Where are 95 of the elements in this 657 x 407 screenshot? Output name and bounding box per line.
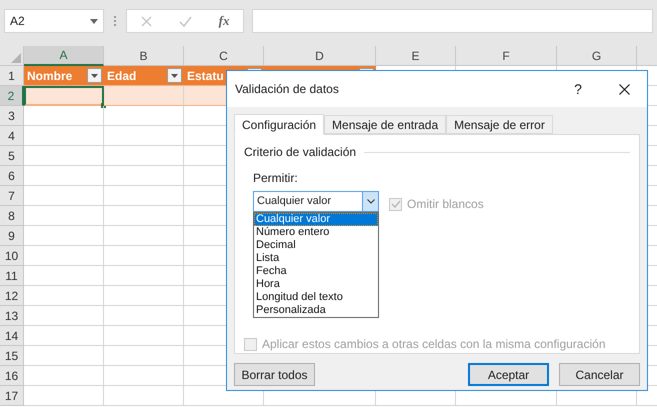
cell[interactable]	[104, 226, 184, 246]
cell[interactable]	[24, 106, 104, 126]
dropdown-option[interactable]: Longitud del texto	[254, 291, 378, 304]
section-title: Criterio de validación	[244, 144, 356, 161]
checkmark-icon	[390, 199, 400, 209]
cell[interactable]	[104, 166, 184, 186]
help-button[interactable]: ?	[555, 74, 601, 104]
formula-input-field[interactable]	[252, 9, 653, 33]
cell[interactable]	[24, 246, 104, 266]
dialog-button[interactable]: Cancelar	[559, 363, 640, 386]
row-header[interactable]: 6	[0, 166, 24, 186]
dropdown-value: Cualquier valor	[256, 194, 332, 210]
dialog-title: Validación de datos	[235, 81, 340, 98]
row-header[interactable]: 16	[0, 366, 24, 386]
row-header[interactable]: 15	[0, 346, 24, 366]
cell[interactable]	[104, 126, 184, 146]
cell[interactable]	[104, 86, 184, 106]
header-text: Estatu	[187, 68, 224, 84]
column-header[interactable]: G	[557, 46, 637, 66]
caret-icon	[171, 74, 178, 78]
cell[interactable]	[104, 306, 184, 326]
cell[interactable]	[24, 266, 104, 286]
row-header[interactable]: 17	[0, 386, 24, 406]
tab[interactable]: Configuración	[234, 114, 324, 135]
row-header[interactable]: 14	[0, 326, 24, 346]
cell[interactable]	[24, 126, 104, 146]
filter-button[interactable]	[87, 68, 102, 83]
cell[interactable]	[104, 266, 184, 286]
cell[interactable]	[24, 386, 104, 406]
tab[interactable]: Mensaje de error	[446, 115, 553, 134]
caret-icon	[90, 18, 98, 24]
cell[interactable]	[24, 186, 104, 206]
cell[interactable]	[24, 146, 104, 166]
cell[interactable]	[24, 206, 104, 226]
row-header[interactable]: 7	[0, 186, 24, 206]
cell[interactable]	[104, 146, 184, 166]
caret-icon	[91, 74, 98, 78]
name-box-value: A2	[10, 13, 25, 30]
row-header[interactable]: 11	[0, 266, 24, 286]
dropdown-option[interactable]: Número entero	[254, 226, 378, 239]
dropdown-option[interactable]: Fecha	[254, 265, 378, 278]
row-header[interactable]: 13	[0, 306, 24, 326]
row-header[interactable]: 4	[0, 126, 24, 146]
dropdown-toggle[interactable]	[362, 192, 378, 211]
row-header[interactable]: 3	[0, 106, 24, 126]
drag-handle-icon	[112, 16, 118, 26]
active-cell[interactable]	[24, 86, 104, 106]
checkmark-icon[interactable]	[178, 16, 192, 26]
allow-label: Permitir:	[253, 170, 299, 187]
cell[interactable]	[104, 186, 184, 206]
cell[interactable]	[24, 226, 104, 246]
cell[interactable]	[104, 246, 184, 266]
cell[interactable]	[104, 326, 184, 346]
row-header[interactable]: 2	[0, 86, 24, 106]
close-icon	[618, 84, 630, 94]
tab[interactable]: Mensaje de entrada	[324, 115, 446, 134]
column-header[interactable]: A	[24, 46, 104, 66]
row-header[interactable]: 5	[0, 146, 24, 166]
dropdown-option[interactable]: Hora	[254, 278, 378, 291]
cell[interactable]	[104, 206, 184, 226]
dialog-button[interactable]: Borrar todos	[234, 363, 315, 386]
column-header[interactable]: E	[376, 46, 456, 66]
row-header[interactable]: 1	[0, 66, 24, 86]
cell[interactable]	[24, 366, 104, 386]
allow-dropdown[interactable]: Cualquier valor	[253, 191, 379, 212]
cell[interactable]	[24, 166, 104, 186]
cell[interactable]	[104, 366, 184, 386]
chevron-down-icon	[366, 199, 374, 204]
dropdown-option[interactable]: Cualquier valor	[254, 213, 378, 226]
cell[interactable]	[104, 286, 184, 306]
column-header[interactable]: F	[456, 46, 557, 66]
filter-button[interactable]	[167, 68, 182, 83]
cell[interactable]	[104, 106, 184, 126]
dropdown-option[interactable]: Lista	[254, 252, 378, 265]
cell[interactable]	[104, 386, 184, 406]
dropdown-option[interactable]: Decimal	[254, 239, 378, 252]
dropdown-option[interactable]: Personalizada	[254, 304, 378, 317]
close-icon[interactable]	[140, 16, 152, 26]
cell[interactable]	[24, 326, 104, 346]
triangle-icon	[11, 53, 21, 63]
cell[interactable]	[24, 286, 104, 306]
checkbox-label: Aplicar estos cambios a otras celdas con la misma configuración	[262, 336, 606, 353]
header-text: Nombre	[27, 68, 72, 84]
row-header[interactable]: 8	[0, 206, 24, 226]
cell[interactable]	[104, 346, 184, 366]
row-header[interactable]: 12	[0, 286, 24, 306]
row-header[interactable]: 10	[0, 246, 24, 266]
dialog-button[interactable]: Aceptar	[468, 363, 549, 386]
cell[interactable]	[24, 306, 104, 326]
cell[interactable]	[24, 346, 104, 366]
checkbox-label: Omitir blancos	[407, 196, 484, 213]
row-header[interactable]: 9	[0, 226, 24, 246]
name-box[interactable]: A2	[4, 9, 104, 33]
header-text: Edad	[107, 68, 136, 84]
function-button[interactable]: fx	[218, 11, 230, 31]
